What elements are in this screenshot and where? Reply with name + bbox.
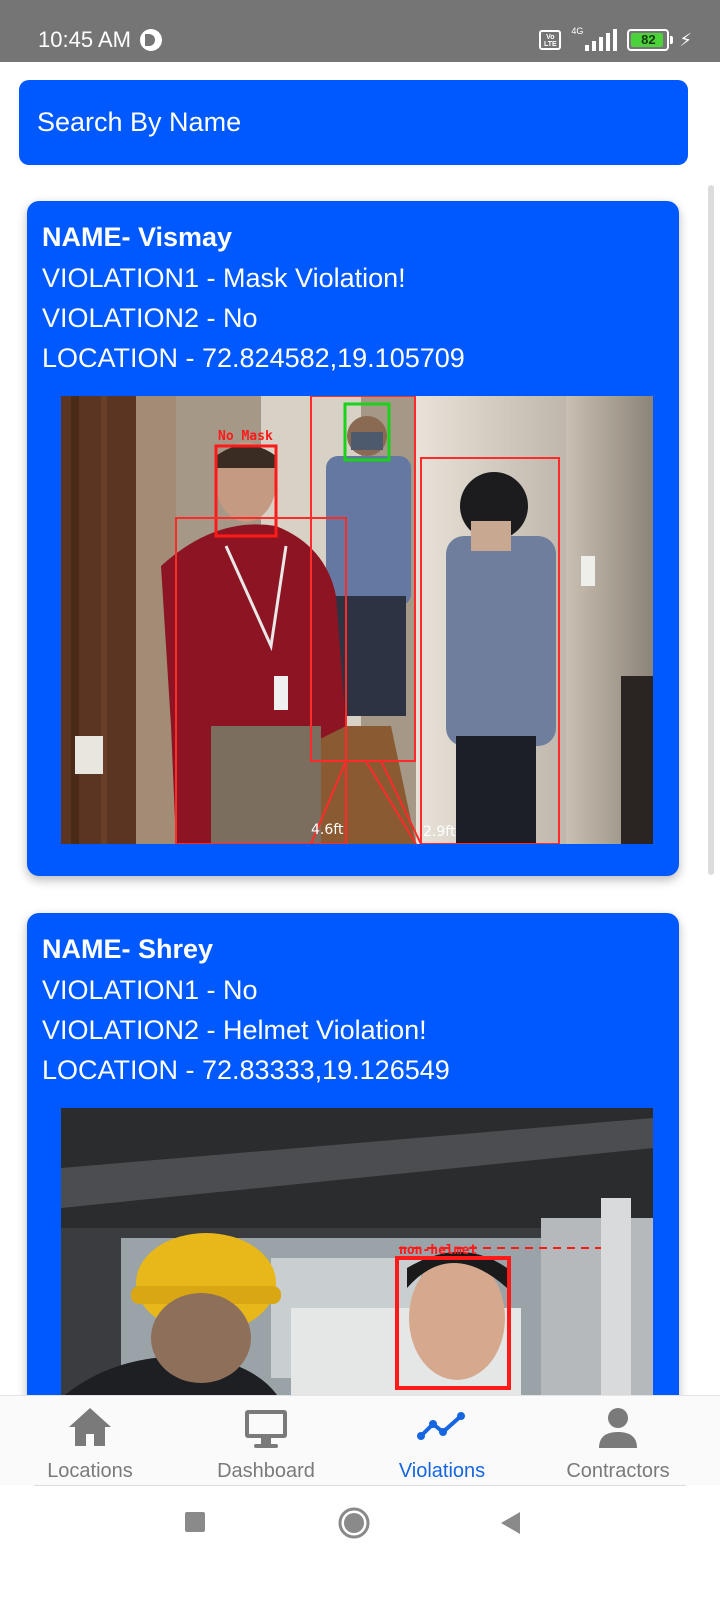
nav-violations[interactable]: Violations	[352, 1396, 532, 1486]
home-icon	[69, 1408, 111, 1446]
location-text: LOCATION - 72.83333,19.126549	[42, 1055, 450, 1085]
battery-icon: 82	[627, 29, 674, 51]
violation1-text: VIOLATION1 - No	[42, 975, 258, 1005]
photo-tag: No Mask	[218, 429, 273, 444]
nav-label: Violations	[398, 1460, 486, 1482]
violation2-text: VIOLATION2 - Helmet Violation!	[42, 1015, 427, 1045]
charging-icon: ⚡︎	[679, 29, 692, 50]
violation-photo: No Mask 4.6ft 2.9ft	[61, 396, 653, 844]
back-button-icon[interactable]	[498, 1510, 524, 1536]
app-notification-icon	[140, 29, 162, 51]
nav-label: Contractors	[566, 1460, 670, 1482]
search-input[interactable]	[19, 80, 688, 165]
bottom-navigation: Locations Dashboard Violations Contracto…	[0, 1395, 720, 1485]
volte-icon: Vo LTE	[539, 30, 562, 50]
violation-card[interactable]: NAME- Shrey VIOLATION1 - No VIOLATION2 -…	[27, 913, 679, 1395]
violation-name: NAME- Shrey	[42, 934, 214, 964]
violation1-text: VIOLATION1 - Mask Violation!	[42, 263, 406, 293]
monitor-icon	[245, 1410, 287, 1448]
battery-level: 82	[641, 32, 656, 47]
distance-label-2: 2.9ft	[423, 824, 456, 840]
status-bar: 10:45 AM Vo LTE 4G 82 ⚡︎	[0, 0, 720, 62]
trend-line-icon	[417, 1412, 465, 1440]
photo-tag: non-helmet	[399, 1243, 477, 1258]
nav-locations[interactable]: Locations	[0, 1396, 180, 1486]
nav-contractors[interactable]: Contractors	[528, 1396, 708, 1486]
scrollbar[interactable]	[708, 185, 714, 875]
status-time: 10:45 AM	[38, 27, 131, 52]
location-text: LOCATION - 72.824582,19.105709	[42, 343, 465, 373]
violation-card[interactable]: NAME- Vismay VIOLATION1 - Mask Violation…	[27, 201, 679, 876]
person-icon	[599, 1408, 637, 1448]
recent-apps-icon[interactable]	[183, 1510, 207, 1534]
system-navigation-bar	[0, 1486, 720, 1600]
violations-list[interactable]: NAME- Vismay VIOLATION1 - Mask Violation…	[0, 185, 720, 1395]
nav-label: Locations	[47, 1460, 133, 1482]
signal-icon: 4G	[571, 26, 618, 51]
violation2-text: VIOLATION2 - No	[42, 303, 258, 333]
home-button-icon[interactable]	[337, 1506, 371, 1540]
nav-label: Dashboard	[217, 1460, 315, 1482]
nav-dashboard[interactable]: Dashboard	[176, 1396, 356, 1486]
status-icons: Vo LTE 4G 82 ⚡︎	[539, 26, 692, 52]
violation-name: NAME- Vismay	[42, 222, 233, 252]
violation-photo: non-helmet	[61, 1108, 653, 1395]
distance-label-1: 4.6ft	[311, 822, 344, 838]
network-type: 4G	[571, 26, 584, 36]
